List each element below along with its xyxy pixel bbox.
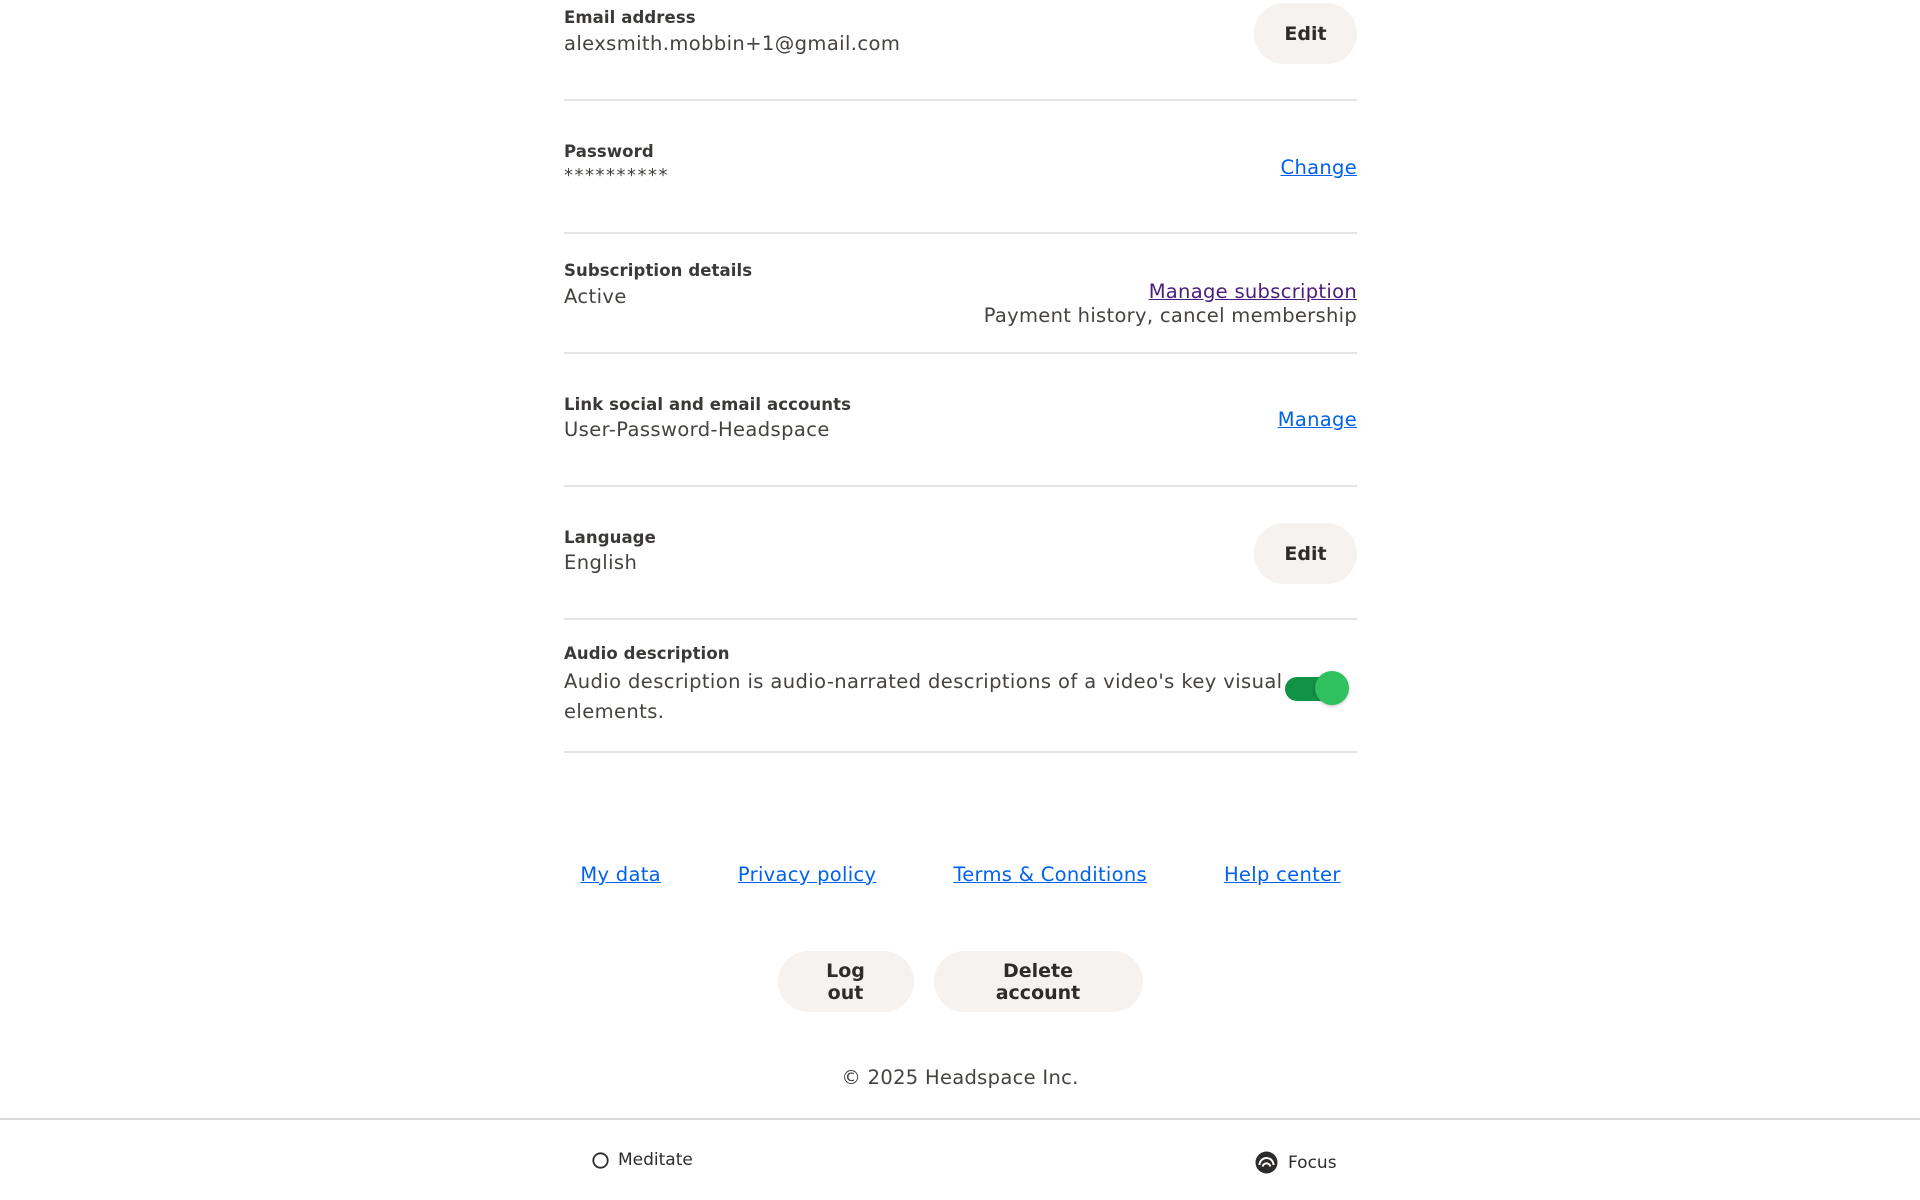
linked-accounts-row: Link social and email accounts User-Pass… [564,354,1357,487]
my-data-link[interactable]: My data [580,863,661,886]
manage-linked-accounts-link[interactable]: Manage [1278,408,1357,431]
account-actions: Log out Delete account [0,951,1920,1012]
terms-link[interactable]: Terms & Conditions [953,863,1147,886]
delete-account-button[interactable]: Delete account [933,951,1143,1012]
email-value: alexsmith.mobbin+1@gmail.com [564,32,901,55]
subscription-row: Subscription details Active Manage subsc… [564,234,1357,354]
change-password-link[interactable]: Change [1281,156,1357,179]
email-label: Email address [564,8,696,27]
audio-description-line-1: Audio description is audio-narrated desc… [564,670,1283,693]
audio-description-toggle[interactable] [1285,669,1349,705]
focus-icon [1254,1150,1279,1175]
nav-label-meditate: Meditate [618,1150,693,1170]
toggle-knob [1315,671,1349,705]
account-settings-page: Email address alexsmith.mobbin+1@gmail.c… [0,0,1920,1200]
subscription-note: Payment history, cancel membership [983,304,1357,327]
circle-outline-icon [592,1151,609,1169]
edit-email-button[interactable]: Edit [1254,3,1357,64]
copyright: © 2025 Headspace Inc. [841,1066,1079,1089]
audio-description-line-2: elements. [564,700,665,723]
audio-description-row: Audio description Audio description is a… [564,620,1357,753]
subscription-status: Active [564,285,627,308]
linked-accounts-value: User-Password-Headspace [564,418,830,441]
password-value: ********** [564,165,669,186]
settings-list: Email address alexsmith.mobbin+1@gmail.c… [564,0,1357,753]
language-row: Language English Edit [564,487,1357,620]
help-center-link[interactable]: Help center [1224,863,1341,886]
language-value: English [564,551,638,574]
password-row: Password ********** Change [564,101,1357,234]
edit-language-button[interactable]: Edit [1254,523,1357,584]
nav-item-meditate[interactable]: Meditate [592,1150,693,1170]
footer-links: My data Privacy policy Terms & Condition… [564,863,1357,886]
audio-description-text: Audio description is audio-narrated desc… [564,667,1283,727]
email-row: Email address alexsmith.mobbin+1@gmail.c… [564,0,1357,101]
password-label: Password [564,142,654,161]
language-label: Language [564,528,656,547]
privacy-policy-link[interactable]: Privacy policy [738,863,876,886]
log-out-button[interactable]: Log out [777,951,914,1012]
manage-subscription-link[interactable]: Manage subscription [1149,280,1357,303]
linked-accounts-label: Link social and email accounts [564,395,852,414]
nav-item-focus[interactable]: Focus [1254,1150,1337,1175]
subscription-label: Subscription details [564,261,753,280]
bottom-nav: Meditate Focus [0,1118,1920,1200]
nav-label-focus: Focus [1288,1152,1337,1173]
audio-description-label: Audio description [564,644,730,663]
